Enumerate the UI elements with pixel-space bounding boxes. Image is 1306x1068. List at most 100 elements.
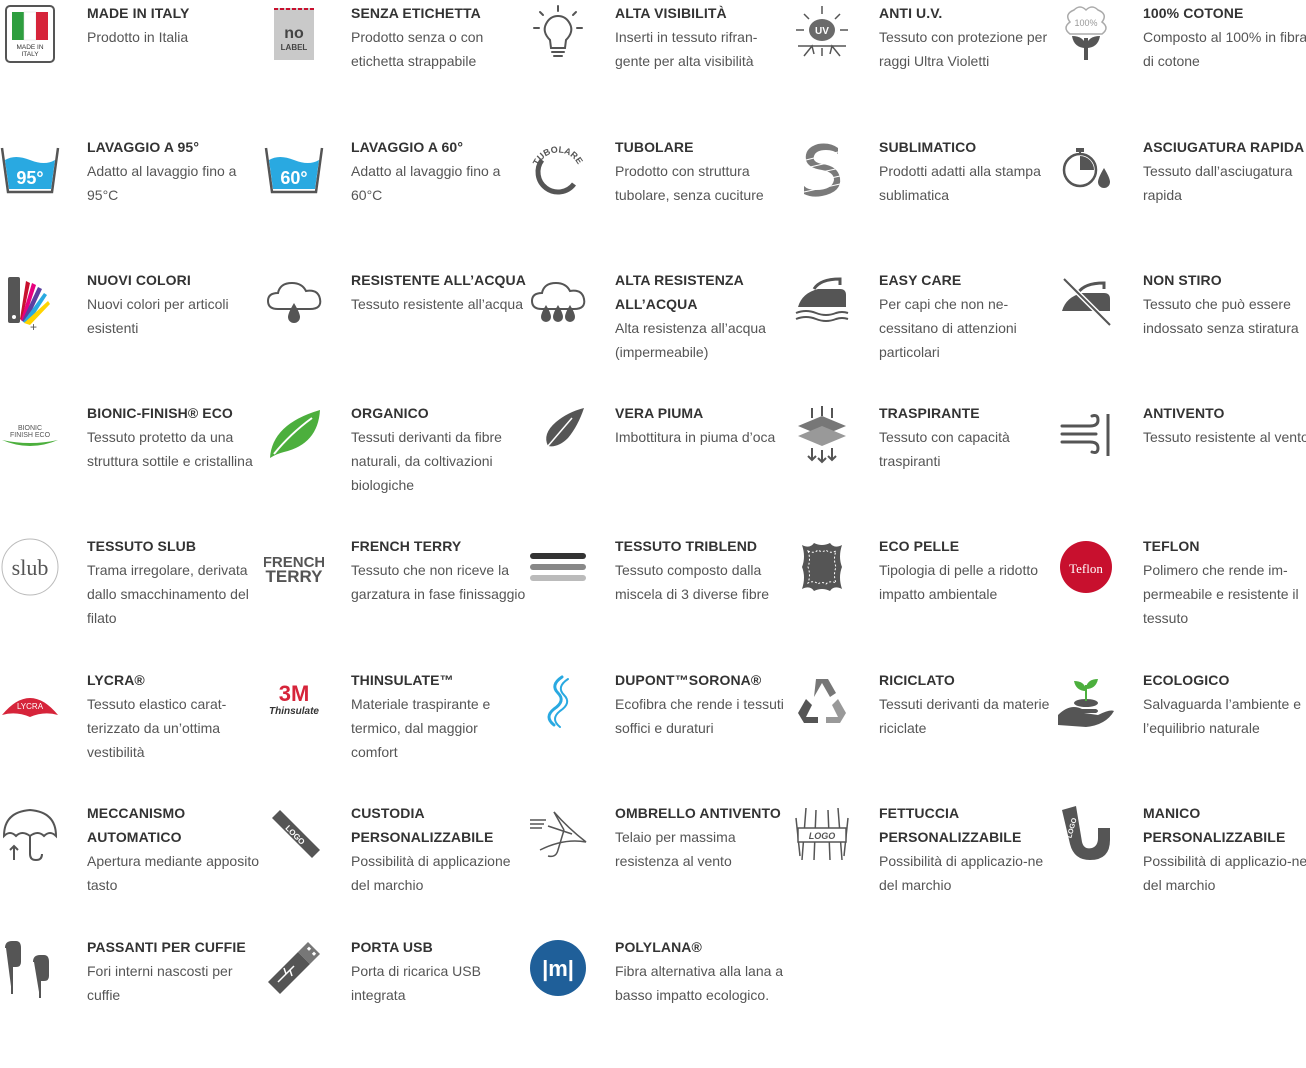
feature-description: Salvaguarda l’ambiente e l’equilibrio na… [1143,696,1301,736]
feature-anti-u-v: UV ANTI U.V. Tessuto con protezione per r… [792,4,1052,134]
feature-title: ALTA RESISTENZA ALL’ACQUA [615,272,744,312]
feature-porta-usb: PORTA USB Porta di ricarica USB integrata [264,938,524,1068]
svg-text:no: no [284,25,304,42]
feature-title: LYCRA® [87,672,145,688]
feature-description: Fibra alternativa alla lana a basso impa… [615,963,784,1003]
3m-thinsulate-logo-icon: 3M Thinsulate [264,671,324,731]
feature-text: ORGANICO Tessuti derivanti da fibre natur… [351,404,526,497]
feature-text: DUPONT™SORONA® Ecofibra che rende i tessu… [615,671,790,740]
feature-alta-resistenza-all-acqua: ALTA RESISTENZA ALL’ACQUA Alta resistenza… [528,271,788,401]
svg-text:slub: slub [12,555,49,580]
stopwatch-drop-icon [1056,138,1116,198]
feature-text: EASY CARE Per capi che non ne-cessitano d… [879,271,1054,364]
feature-french-terry: FRENCH TERRY FRENCH TERRY Tessuto che non… [264,537,526,667]
feature-title: ALTA VISIBILITÀ [615,5,727,21]
handle-logo-icon: LOGO [1056,804,1116,864]
feature-description: Prodotto con struttura tubolare, senza c… [615,163,764,203]
feature-description: Materiale traspirante e termico, dal mag… [351,696,491,760]
windproof-umbrella-icon [528,804,588,864]
svg-text:BIONIC: BIONIC [18,425,42,432]
feature-text: THINSULATE™ Materiale traspirante e termi… [351,671,526,764]
feature-asciugatura-rapida: ASCIUGATURA RAPIDA Tessuto dall’asciugatu… [1056,138,1306,268]
feature-fettuccia-personalizzabile: LOGO FETTUCCIA PERSONALIZZABILE Possibili… [792,804,1052,934]
feature-title: RESISTENTE ALL’ACQUA [351,272,526,288]
feature-text: TEFLON Polimero che rende im-permeabile e… [1143,537,1306,630]
svg-text:|m|: |m| [542,956,574,981]
feature-description: Tessuti derivanti da materie riciclate [879,696,1050,736]
feature-text: CUSTODIA PERSONALIZZABILE Possibilità di … [351,804,526,897]
cotton-plant-icon: 100% [1056,4,1116,64]
feature-title: ORGANICO [351,405,429,421]
teflon-logo-icon: Teflon [1056,537,1116,597]
feature-title: LAVAGGIO A 95° [87,139,200,155]
feature-title: VERA PIUMA [615,405,704,421]
feature-text: MECCANISMO AUTOMATICO Apertura mediante a… [87,804,262,897]
feature-title: MECCANISMO AUTOMATICO [87,805,186,845]
no-iron-icon [1056,271,1116,331]
feature-made-in-italy: MADE IN ITALY MADE IN ITALY Prodotto in I… [0,4,260,134]
feature-text: ANTI U.V. Tessuto con protezione per ragg… [879,4,1054,73]
feature-title: ECOLOGICO [1143,672,1230,688]
feature-description: Tipologia di pelle a ridotto impatto amb… [879,562,1039,602]
feature-title: ASCIUGATURA RAPIDA [1143,139,1305,155]
feature-passanti-per-cuffie: PASSANTI PER CUFFIE Fori interni nascosti… [0,938,260,1068]
feature-description: Tessuto resistente al vento [1143,429,1306,445]
feature-text: TESSUTO SLUB Trama irregolare, derivata d… [87,537,262,630]
feature-ecologico: ECOLOGICO Salvaguarda l’ambiente e l’equi… [1056,671,1306,801]
feature-description: Tessuto protetto da una struttura sottil… [87,429,253,469]
feature-organico: ORGANICO Tessuti derivanti da fibre natur… [264,404,524,534]
feature-text: ASCIUGATURA RAPIDA Tessuto dall’asciugatu… [1143,138,1306,207]
feature-title: NUOVI COLORI [87,272,191,288]
feature-description: Apertura mediante apposito tasto [87,853,259,893]
recycle-icon [792,671,852,731]
svg-text:ITALY: ITALY [21,51,39,58]
leaf-icon [264,404,324,464]
feature-description: Tessuto elastico carat-terizzato da un’o… [87,696,227,760]
feature-title: 100% COTONE [1143,5,1244,21]
feature-text: POLYLANA® Fibra alternativa alla lana a b… [615,938,790,1007]
feature-title: RICICLATO [879,672,955,688]
feature-polylana: |m| POLYLANA® Fibra alternativa alla lana… [528,938,788,1068]
feature-title: TUBOLARE [615,139,694,155]
made-in-italy-flag-icon: MADE IN ITALY [0,4,60,64]
feature-non-stiro: NON STIRO Tessuto che può essere indossat… [1056,271,1306,401]
umbrella-icon [0,804,60,864]
feature-thinsulate: 3M Thinsulate THINSULATE™ Materiale trasp… [264,671,524,801]
feature-eco-pelle: ECO PELLE Tipologia di pelle a ridotto im… [792,537,1052,667]
feature-tessuto-triblend: TESSUTO TRIBLEND Tessuto composto dalla m… [528,537,788,667]
feature-text: SUBLIMATICO Prodotti adatti alla stampa s… [879,138,1054,207]
feature-text: FRENCH TERRY Tessuto che non riceve la ga… [351,537,526,606]
feature-title: POLYLANA® [615,939,702,955]
wash-60-icon: 60° [264,138,324,198]
svg-text:TUBOLARE: TUBOLARE [531,144,585,167]
feature-text: PORTA USB Porta di ricarica USB integrata [351,938,526,1007]
feature-description: Tessuto dall’asciugatura rapida [1143,163,1293,203]
feature-100-cotone: 100% 100% COTONE Composto al 100% in fibr… [1056,4,1306,134]
feature-sublimatico: SUBLIMATICO Prodotti adatti alla stampa s… [792,138,1052,268]
feature-text: ALTA VISIBILITÀ Inserti in tessuto rifran… [615,4,790,73]
feature-description: Composto al 100% in fibra di cotone [1143,29,1306,69]
usb-stick-icon [264,938,324,998]
feature-description: Tessuto con protezione per raggi Ultra V… [879,29,1048,69]
lycra-logo-icon: LYCRA [0,671,60,731]
feature-text: ECO PELLE Tipologia di pelle a ridotto im… [879,537,1054,606]
feature-description: Per capi che non ne-cessitano di attenzi… [879,296,1017,360]
feature-description: Tessuto che può essere indossato senza s… [1143,296,1299,336]
wind-icon [1056,404,1116,464]
svg-text:UV: UV [815,26,829,37]
svg-text:60°: 60° [280,168,307,188]
feature-title: MADE IN ITALY [87,5,190,21]
feature-tessuto-slub: slub TESSUTO SLUB Trama irregolare, deriv… [0,537,260,667]
feature-description: Telaio per massima resistenza al vento [615,829,736,869]
feature-text: RESISTENTE ALL’ACQUA Tessuto resistente a… [351,271,526,316]
slub-logo-icon: slub [0,537,60,597]
earphones-icon [0,938,60,998]
feature-title: MANICO PERSONALIZZABILE [1143,805,1286,845]
feature-title: SENZA ETICHETTA [351,5,481,21]
svg-text:3M: 3M [279,681,310,706]
feature-description: Tessuto resistente all’acqua [351,296,523,312]
feature-text: LYCRA® Tessuto elastico carat-terizzato d… [87,671,262,764]
iron-icon [792,271,852,331]
feature-title: TESSUTO TRIBLEND [615,538,758,554]
no-label-icon: no LABEL [264,4,324,64]
